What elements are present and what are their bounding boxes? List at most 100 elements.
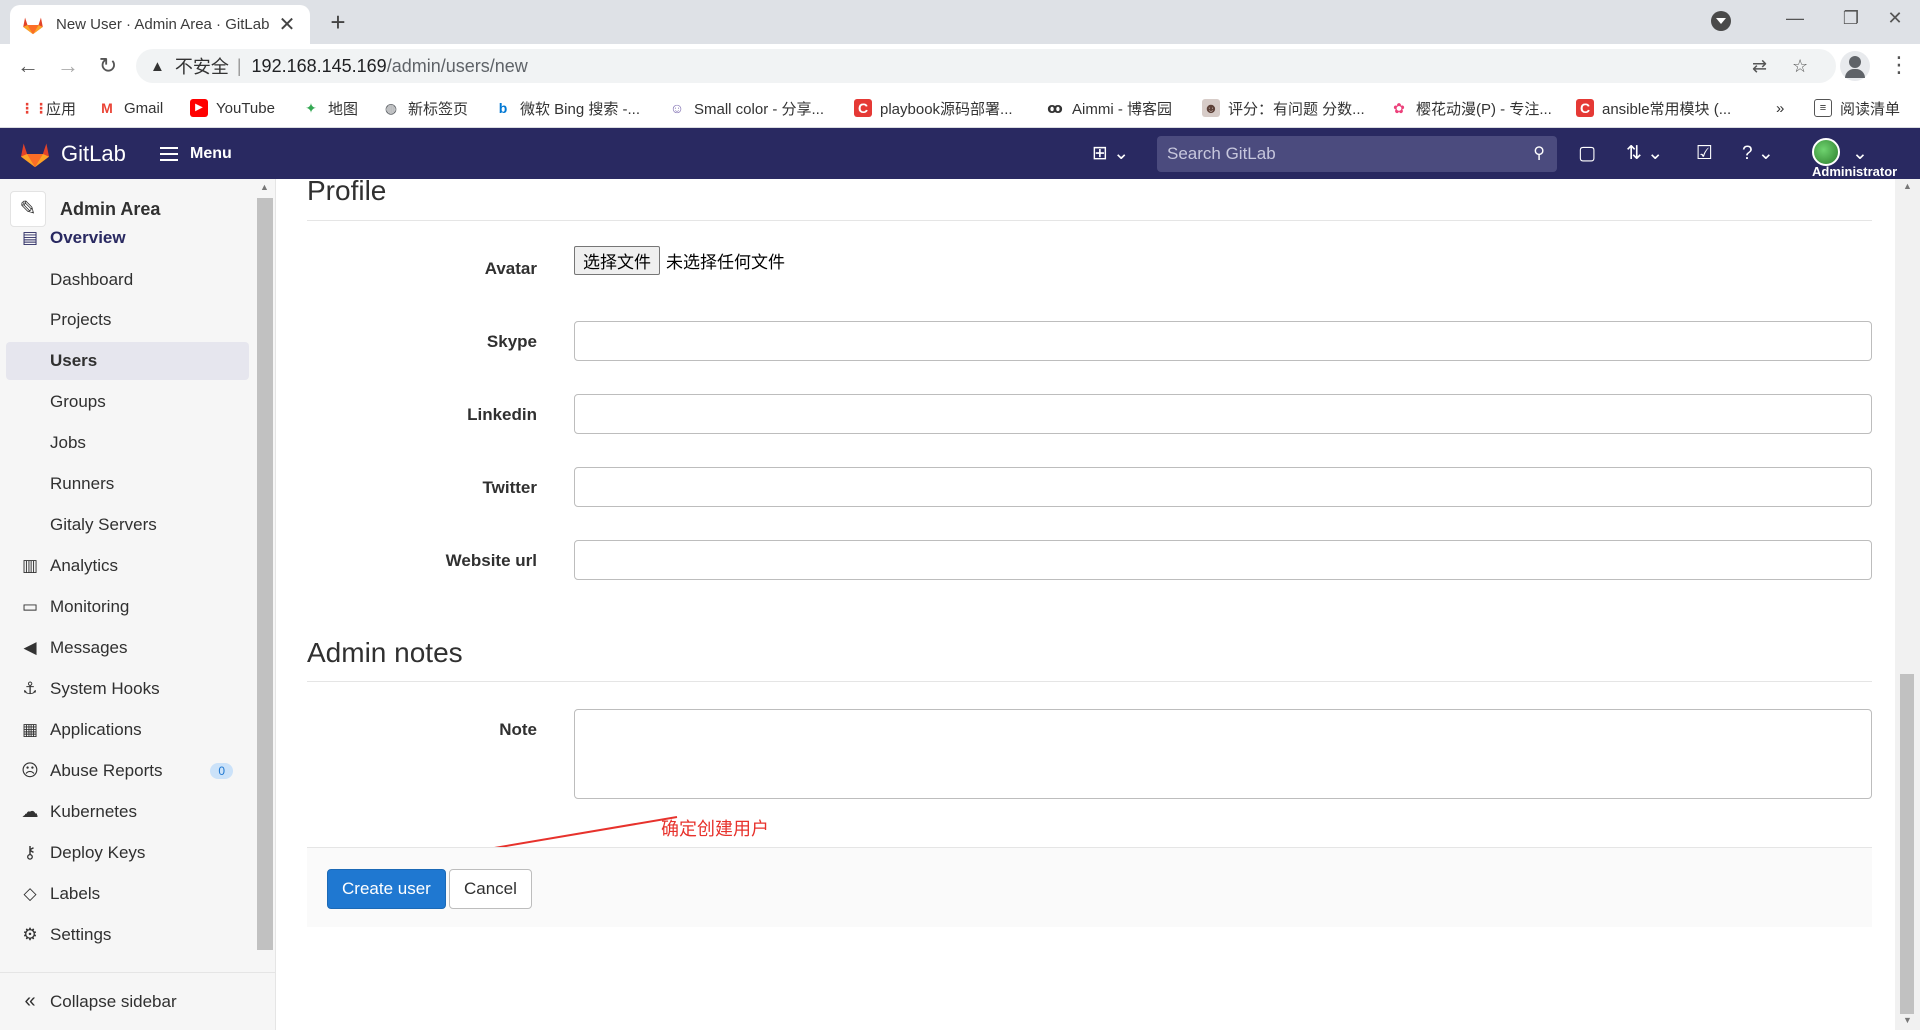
sidebar-item-users[interactable]: Users [6, 342, 249, 380]
sidebar-item-applications[interactable]: ▦ Applications [6, 711, 249, 749]
gitlab-brand[interactable]: GitLab [61, 128, 126, 179]
avatar-label: Avatar [484, 259, 537, 278]
profile-icon[interactable] [1840, 51, 1870, 81]
sidebar-item-abuse-reports[interactable]: ☹ Abuse Reports 0 [6, 752, 249, 790]
collapse-sidebar-button[interactable]: « Collapse sidebar [0, 972, 276, 1030]
bookmark-item[interactable]: C playbook源码部署... [854, 88, 1013, 128]
csdn-icon: C [854, 99, 872, 117]
browser-tabbar: New User · Admin Area · GitLab ✕ + — ❐ ✕ [0, 0, 1920, 44]
sidebar-item-gitaly-servers[interactable]: Gitaly Servers [6, 506, 249, 544]
reading-list-button[interactable]: ≡ 阅读清单 [1814, 88, 1900, 128]
choose-file-button[interactable]: 选择文件 [574, 246, 660, 275]
minimize-icon[interactable]: — [1780, 8, 1810, 29]
translate-icon[interactable]: ⇄ [1752, 49, 1767, 83]
sidebar-item-settings[interactable]: ⚙ Settings [6, 916, 249, 954]
browser-menu-icon[interactable]: ⋮ [1888, 52, 1910, 78]
divider [307, 681, 1872, 682]
avatar-file-input[interactable]: 选择文件 未选择任何文件 [574, 246, 785, 275]
divider [307, 220, 1872, 221]
user-label[interactable]: Administrator [1812, 164, 1920, 179]
todos-icon[interactable]: ☑ [1696, 128, 1713, 179]
sidebar-scrollbar-thumb[interactable] [257, 198, 273, 950]
sidebar-item-runners[interactable]: Runners [6, 465, 249, 503]
bookmark-item[interactable]: ✿ 樱花动漫(P) - 专注... [1390, 88, 1552, 128]
sidebar-scrollbar[interactable]: ▲ [256, 182, 274, 962]
overview-icon: ▤ [21, 228, 39, 247]
abuse-icon: ☹ [21, 761, 39, 780]
back-arrow-icon[interactable]: ← [14, 52, 42, 80]
sidebar-item-labels[interactable]: ◇ Labels [6, 875, 249, 913]
linkedin-input[interactable] [574, 394, 1872, 434]
sidebar-item-messages[interactable]: ◀ Messages [6, 629, 249, 667]
flower-icon: ✿ [1393, 100, 1405, 116]
cancel-button[interactable]: Cancel [449, 869, 532, 909]
issues-icon[interactable]: ▢ [1578, 128, 1596, 179]
hook-icon: ⚓ [22, 679, 38, 698]
address-bar[interactable]: ▲ 不安全 | 192.168.145.169 /admin/users/new… [136, 49, 1836, 83]
key-icon: ⚷ [23, 843, 37, 862]
bookmark-item[interactable]: ◍ 新标签页 [382, 88, 468, 128]
twitter-label: Twitter [482, 478, 537, 497]
sidebar-item-monitoring[interactable]: ▭ Monitoring [6, 588, 249, 626]
scroll-down-icon[interactable]: ▼ [1903, 1015, 1912, 1025]
forward-arrow-icon[interactable]: → [54, 52, 82, 80]
bookmark-item[interactable]: b 微软 Bing 搜索 -... [494, 88, 640, 128]
tab-search-icon[interactable] [1711, 11, 1731, 31]
restore-icon[interactable]: ❐ [1836, 8, 1866, 29]
admin-sidebar: ✎ Admin Area ▤ Overview Dashboard Projec… [0, 179, 276, 1030]
sidebar-item-dashboard[interactable]: Dashboard [6, 261, 249, 299]
bookmark-item[interactable]: ☺ Small color - 分享... [668, 88, 824, 128]
website-url-input[interactable] [574, 540, 1872, 580]
bookmark-item[interactable]: ✦ 地图 [302, 88, 358, 128]
gitlab-logo-icon[interactable] [18, 140, 52, 168]
note-textarea[interactable] [574, 709, 1872, 799]
sidebar-item-system-hooks[interactable]: ⚓ System Hooks [6, 670, 249, 708]
window-close-icon[interactable]: ✕ [1880, 8, 1910, 29]
sidebar-item-overview[interactable]: ▤ Overview [6, 219, 249, 257]
avatar[interactable] [1812, 138, 1840, 166]
avatar-icon: ☻ [1202, 99, 1220, 117]
bing-icon: b [498, 100, 508, 116]
skype-input[interactable] [574, 321, 1872, 361]
sidebar-item-projects[interactable]: Projects [6, 301, 249, 339]
gitlab-header: GitLab Menu ⊞ ⌄ Search GitLab ⚲ ▢ ⇅ ⌄ ☑ … [0, 128, 1920, 179]
bookmark-item[interactable]: ⋮⋮ 应用 [20, 88, 76, 128]
new-tab-button[interactable]: + [324, 8, 352, 36]
abuse-count-badge: 0 [210, 763, 233, 779]
page-scrollbar[interactable]: ▲ ▼ [1895, 179, 1920, 1030]
bookmark-item[interactable]: M Gmail [98, 88, 163, 128]
main-content: Profile Avatar 选择文件 未选择任何文件 Skype Linked… [277, 175, 1895, 1030]
website-url-label: Website url [445, 551, 537, 570]
bookmark-star-icon[interactable]: ☆ [1792, 49, 1808, 83]
merge-requests-icon[interactable]: ⇅ ⌄ [1626, 128, 1663, 179]
sidebar-item-groups[interactable]: Groups [6, 383, 249, 421]
bookmark-item[interactable]: C ansible常用模块 (... [1576, 88, 1731, 128]
twitter-input[interactable] [574, 467, 1872, 507]
sidebar-item-kubernetes[interactable]: ☁ Kubernetes [6, 793, 249, 831]
bookmark-item[interactable]: ☻ 评分：有问题 分数... [1202, 88, 1365, 128]
bookmarks-bar: ⋮⋮ 应用 M Gmail ▶ YouTube ✦ 地图 ◍ 新标签页 b 微软… [0, 88, 1920, 128]
sidebar-item-analytics[interactable]: ▥ Analytics [6, 547, 249, 585]
sidebar-item-jobs[interactable]: Jobs [6, 424, 249, 462]
help-icon[interactable]: ? ⌄ [1742, 128, 1774, 179]
browser-tab[interactable]: New User · Admin Area · GitLab ✕ [10, 5, 310, 44]
bookmark-item[interactable]: ꝏ Aimmi - 博客园 [1046, 88, 1172, 128]
browser-toolbar: ← → ↻ ▲ 不安全 | 192.168.145.169 /admin/use… [0, 44, 1920, 88]
bookmark-item[interactable]: ▶ YouTube [190, 88, 275, 128]
new-item-dropdown-icon[interactable]: ⊞ ⌄ [1092, 128, 1129, 179]
gear-icon: ⚙ [22, 925, 38, 944]
kubernetes-icon: ☁ [21, 802, 39, 821]
menu-button[interactable]: Menu [160, 128, 232, 179]
create-user-button[interactable]: Create user [327, 869, 446, 909]
reload-icon[interactable]: ↻ [94, 52, 122, 80]
search-input[interactable]: Search GitLab ⚲ [1157, 136, 1557, 172]
scroll-up-icon[interactable]: ▲ [260, 182, 269, 192]
scroll-up-icon[interactable]: ▲ [1903, 181, 1912, 191]
form-actions: Create user Cancel [307, 847, 1872, 927]
sidebar-item-deploy-keys[interactable]: ⚷ Deploy Keys [6, 834, 249, 872]
page-scrollbar-thumb[interactable] [1900, 674, 1914, 1014]
close-tab-icon[interactable]: ✕ [276, 12, 298, 37]
skype-label: Skype [486, 332, 537, 351]
more-bookmarks-button[interactable]: » [1776, 88, 1784, 128]
url-path: /admin/users/new [386, 55, 528, 76]
